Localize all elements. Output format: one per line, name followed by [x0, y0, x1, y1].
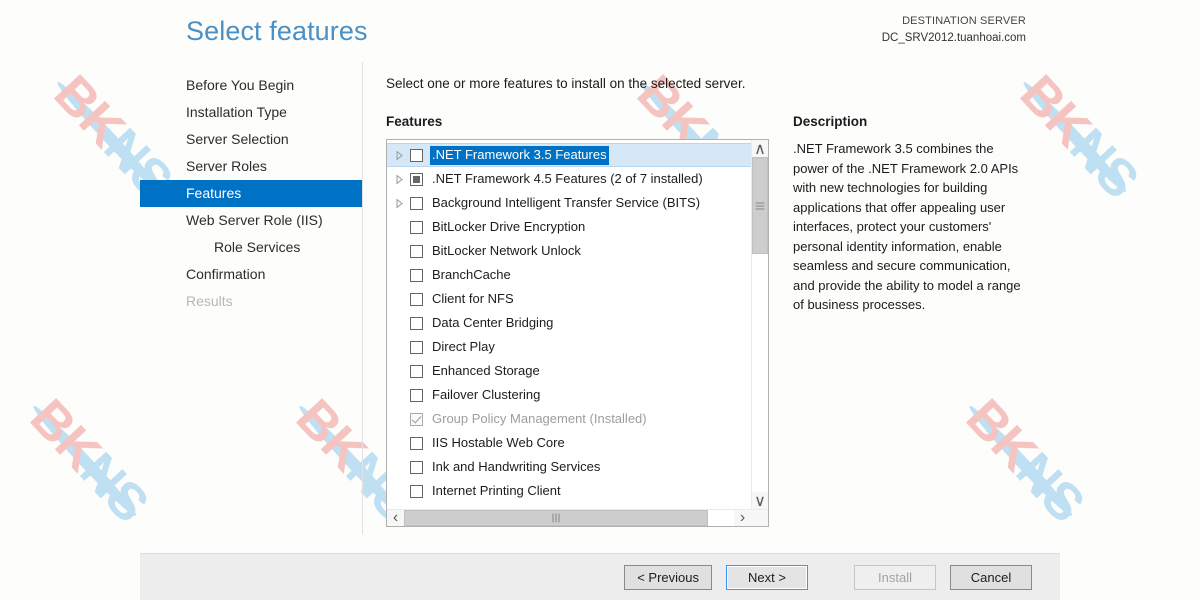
wizard-footer: < Previous Next > Install Cancel	[140, 553, 1060, 600]
feature-row[interactable]: Failover Clustering	[387, 383, 751, 407]
feature-label: .NET Framework 4.5 Features (2 of 7 inst…	[432, 171, 703, 186]
vertical-scrollbar-thumb[interactable]	[752, 157, 768, 254]
watermark-bk-text: BK	[18, 388, 112, 482]
feature-label: IIS Hostable Web Core	[432, 435, 565, 450]
feature-checkbox[interactable]	[410, 268, 423, 282]
feature-row[interactable]: Client for NFS	[387, 287, 751, 311]
feature-checkbox	[410, 412, 423, 426]
horizontal-scrollbar[interactable]: ‹ ›	[387, 509, 768, 526]
watermark-bk-text: BK	[284, 388, 378, 482]
horizontal-scrollbar-thumb[interactable]	[404, 510, 708, 526]
features-heading: Features	[386, 114, 443, 129]
scroll-down-icon[interactable]: ∨	[752, 492, 768, 510]
feature-row[interactable]: Ink and Handwriting Services	[387, 455, 751, 479]
feature-label: BranchCache	[432, 267, 511, 282]
feature-label: Failover Clustering	[432, 387, 541, 402]
wizard-navigation: Before You Begin Installation Type Server …	[140, 72, 362, 315]
expand-arrow-icon[interactable]	[391, 150, 408, 160]
feature-label: Background Intelligent Transfer Service …	[432, 195, 701, 210]
scroll-right-icon[interactable]: ›	[734, 509, 751, 526]
feature-checkbox[interactable]	[410, 172, 423, 186]
feature-label: .NET Framework 3.5 Features	[430, 145, 609, 165]
content-columns: Features .NET Framework 3.5 Features .NET…	[386, 114, 1046, 527]
scrollbar-grip-icon	[552, 513, 560, 523]
next-button[interactable]: Next >	[726, 565, 808, 590]
feature-checkbox[interactable]	[410, 244, 423, 258]
watermark-ns-text: NS	[68, 442, 160, 534]
footer-button-row: < Previous Next > Install Cancel	[624, 565, 1032, 590]
feature-label: BitLocker Drive Encryption	[432, 219, 586, 234]
nav-divider	[362, 62, 363, 534]
feature-label: Data Center Bridging	[432, 315, 554, 330]
horizontal-scrollbar-track[interactable]	[404, 510, 734, 526]
feature-row[interactable]: Group Policy Management (Installed)	[387, 407, 751, 431]
destination-server-block: DESTINATION SERVER DC_SRV2012.tuanhoai.c…	[882, 14, 1026, 47]
feature-checkbox[interactable]	[410, 196, 423, 210]
description-text: .NET Framework 3.5 combines the power of…	[793, 141, 1021, 312]
destination-server-label: DESTINATION SERVER	[902, 15, 1026, 27]
sidebar-item-features[interactable]: Features	[140, 180, 362, 207]
feature-row[interactable]: BitLocker Network Unlock	[387, 239, 751, 263]
feature-label: Ink and Handwriting Services	[432, 459, 601, 474]
feature-label: Client for NFS	[432, 291, 514, 306]
feature-checkbox[interactable]	[410, 436, 423, 450]
sidebar-item-web-server-role-iis[interactable]: Web Server Role (IIS)	[140, 207, 362, 234]
features-list[interactable]: .NET Framework 3.5 Features .NET Framewor…	[387, 140, 751, 509]
install-button: Install	[854, 565, 936, 590]
feature-row[interactable]: Direct Play	[387, 335, 751, 359]
watermark-swoosh	[29, 402, 141, 520]
scroll-left-icon[interactable]: ‹	[387, 509, 404, 526]
feature-label: Group Policy Management (Installed)	[432, 411, 647, 426]
feature-row[interactable]: IIS Hostable Web Core	[387, 431, 751, 455]
sidebar-item-server-roles[interactable]: Server Roles	[140, 153, 362, 180]
main-content: Select one or more features to install o…	[386, 76, 1046, 527]
feature-checkbox[interactable]	[410, 220, 423, 234]
page-title: Select features	[186, 16, 368, 46]
feature-row[interactable]: .NET Framework 3.5 Features	[387, 143, 751, 167]
expand-arrow-icon[interactable]	[391, 174, 408, 184]
feature-row[interactable]: Enhanced Storage	[387, 359, 751, 383]
previous-button[interactable]: < Previous	[624, 565, 712, 590]
feature-row[interactable]: Background Intelligent Transfer Service …	[387, 191, 751, 215]
feature-checkbox[interactable]	[410, 148, 423, 162]
expand-arrow-icon[interactable]	[391, 198, 408, 208]
destination-server-name: DC_SRV2012.tuanhoai.com	[881, 31, 1026, 44]
description-column: Description .NET Framework 3.5 combines …	[793, 114, 1025, 315]
feature-label: Internet Printing Client	[432, 483, 561, 498]
feature-checkbox[interactable]	[410, 292, 423, 306]
feature-row[interactable]: .NET Framework 4.5 Features (2 of 7 inst…	[387, 167, 751, 191]
feature-checkbox[interactable]	[410, 340, 423, 354]
feature-label: BitLocker Network Unlock	[432, 243, 581, 258]
vertical-scrollbar-track[interactable]	[752, 157, 768, 492]
instruction-text: Select one or more features to install o…	[386, 76, 746, 91]
scroll-up-icon[interactable]: ∧	[752, 140, 768, 158]
scrollbar-corner	[751, 510, 768, 526]
feature-row[interactable]: Internet Printing Client	[387, 479, 751, 503]
feature-checkbox[interactable]	[410, 364, 423, 378]
features-listbox[interactable]: .NET Framework 3.5 Features .NET Framewor…	[386, 139, 769, 527]
sidebar-item-results: Results	[186, 293, 233, 309]
feature-label: Direct Play	[432, 339, 495, 354]
vertical-scrollbar[interactable]: ∧ ∨	[751, 140, 768, 510]
features-column: Features .NET Framework 3.5 Features .NET…	[386, 114, 769, 527]
feature-row[interactable]: BranchCache	[387, 263, 751, 287]
feature-checkbox[interactable]	[410, 484, 423, 498]
feature-row[interactable]: BitLocker Drive Encryption	[387, 215, 751, 239]
sidebar-item-before-you-begin[interactable]: Before You Begin	[140, 72, 362, 99]
sidebar-item-installation-type[interactable]: Installation Type	[140, 99, 362, 126]
watermark-bkns: BKNS	[18, 388, 160, 534]
scrollbar-grip-icon	[755, 202, 765, 209]
description-heading: Description	[793, 114, 868, 129]
sidebar-item-server-selection[interactable]: Server Selection	[140, 126, 362, 153]
feature-checkbox[interactable]	[410, 316, 423, 330]
feature-checkbox[interactable]	[410, 460, 423, 474]
watermark-bk-text: BK	[42, 64, 136, 158]
feature-checkbox[interactable]	[410, 388, 423, 402]
watermark-ns-text: NS	[1058, 118, 1150, 210]
sidebar-item-confirmation[interactable]: Confirmation	[140, 261, 362, 288]
cancel-button[interactable]: Cancel	[950, 565, 1032, 590]
feature-row[interactable]: Data Center Bridging	[387, 311, 751, 335]
sidebar-item-role-services[interactable]: Role Services	[140, 234, 362, 261]
feature-label: Enhanced Storage	[432, 363, 540, 378]
